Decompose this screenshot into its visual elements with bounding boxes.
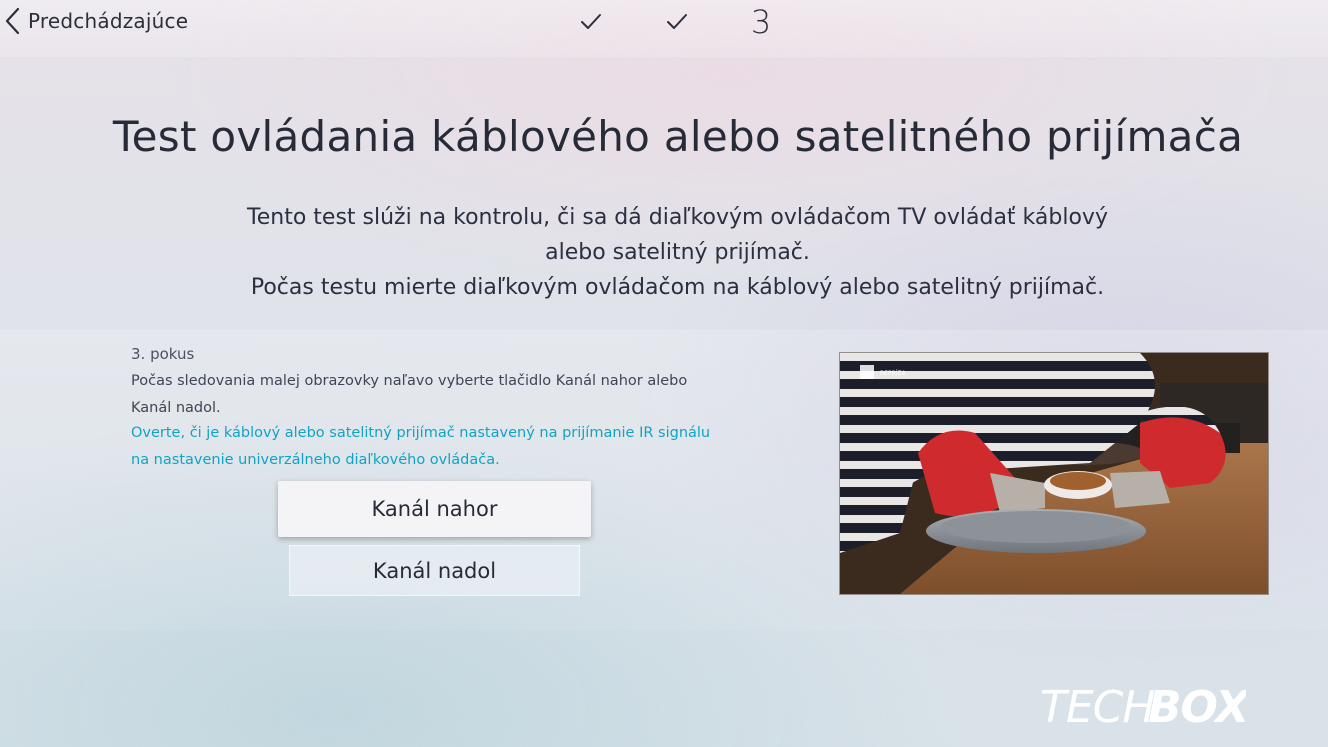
description-line-1: Tento test slúži na kontrolu, či sa dá d… — [247, 205, 1108, 265]
back-button[interactable]: Predchádzajúce — [4, 6, 188, 36]
techbox-watermark-logo: TECH BOX — [1040, 680, 1246, 728]
description: Tento test slúži na kontrolu, či sa dá d… — [230, 200, 1125, 305]
channel-up-button[interactable]: Kanál nahor — [278, 481, 591, 537]
page-title: Test ovládania káblového alebo satelitné… — [112, 112, 1244, 161]
instruction-text: Počas sledovania malej obrazovky naľavo … — [131, 373, 688, 416]
step-2-complete — [664, 4, 690, 40]
step-1-complete — [578, 4, 604, 40]
top-bar: Predchádzajúce 3 — [0, 0, 1328, 59]
back-label: Predchádzajúce — [28, 9, 189, 33]
svg-text:BOX: BOX — [1148, 682, 1246, 728]
channel-logo-text: REPRÍZA — [880, 370, 907, 377]
step-3-current: 3 — [750, 3, 772, 41]
channel-down-button[interactable]: Kanál nadol — [289, 545, 580, 596]
svg-text:TECH: TECH — [1040, 682, 1155, 728]
attempt-label: 3. pokus — [131, 345, 195, 363]
hint-text: Overte, či je káblový alebo satelitný pr… — [131, 425, 711, 468]
description-line-2: Počas testu mierte diaľkovým ovládačom n… — [250, 275, 1105, 300]
checkmark-icon — [667, 14, 687, 29]
techbox-logo-icon: TECH BOX — [1040, 682, 1246, 728]
chevron-left-icon — [5, 7, 20, 35]
checkmark-icon — [581, 14, 601, 29]
tv-preview-screen: REPRÍZA — [839, 352, 1269, 595]
channel-logo-icon — [860, 365, 874, 379]
tv-preview-image: REPRÍZA — [840, 353, 1268, 594]
